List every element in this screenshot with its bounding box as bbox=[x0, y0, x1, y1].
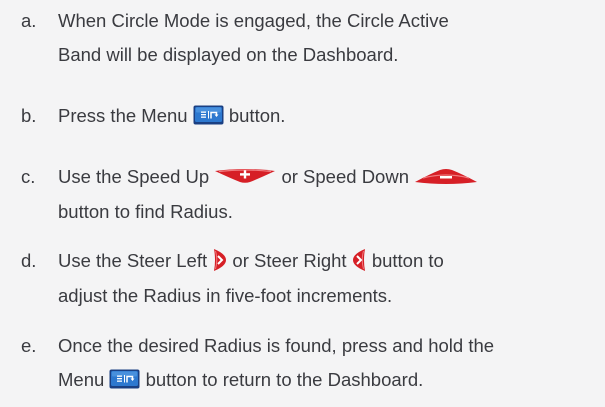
step-c-line-1: Use the Speed Up or Speed Down bbox=[58, 160, 603, 193]
speed-down-button-icon bbox=[414, 167, 478, 185]
step-e-line-2: Menu button to return to the Dashboard. bbox=[58, 363, 603, 396]
instruction-list: a. When Circle Mode is engaged, the Circ… bbox=[0, 0, 605, 407]
step-c-line-2: button to find Radius. bbox=[58, 201, 233, 222]
step-e-text-before: Menu bbox=[58, 369, 105, 390]
step-a-line-2: Band will be displayed on the Dashboard. bbox=[58, 44, 399, 65]
list-marker: b. bbox=[21, 105, 37, 126]
list-marker: a. bbox=[21, 10, 37, 31]
step-b-text-before: Press the Menu bbox=[58, 105, 188, 126]
step-d-line-2: adjust the Radius in five-foot increment… bbox=[58, 285, 393, 306]
step-e-line-1: Once the desired Radius is found, press … bbox=[58, 335, 495, 356]
step-b-line-1: Press the Menu button. bbox=[58, 99, 603, 132]
step-a-line-1: When Circle Mode is engaged, the Circle … bbox=[58, 10, 449, 31]
list-marker: d. bbox=[21, 250, 37, 271]
menu-button-icon bbox=[193, 105, 224, 125]
step-c-text-middle: or Speed Down bbox=[281, 166, 409, 187]
menu-button-icon bbox=[109, 369, 140, 389]
speed-up-button-icon bbox=[214, 168, 276, 184]
step-d-text-after: button to bbox=[371, 250, 444, 271]
step-d-text-before: Use the Steer Left bbox=[58, 250, 208, 271]
step-d-line-1: Use the Steer Left or Steer Right button… bbox=[58, 244, 603, 277]
step-c-text-before: Use the Speed Up bbox=[58, 166, 210, 187]
step-b-text-after: button. bbox=[228, 105, 286, 126]
step-e-text-after: button to return to the Dashboard. bbox=[145, 369, 424, 390]
steer-right-button-icon bbox=[352, 248, 367, 272]
step-d-text-middle: or Steer Right bbox=[232, 250, 347, 271]
list-marker: e. bbox=[21, 335, 37, 356]
steer-left-button-icon bbox=[212, 248, 227, 272]
list-marker: c. bbox=[21, 166, 36, 187]
